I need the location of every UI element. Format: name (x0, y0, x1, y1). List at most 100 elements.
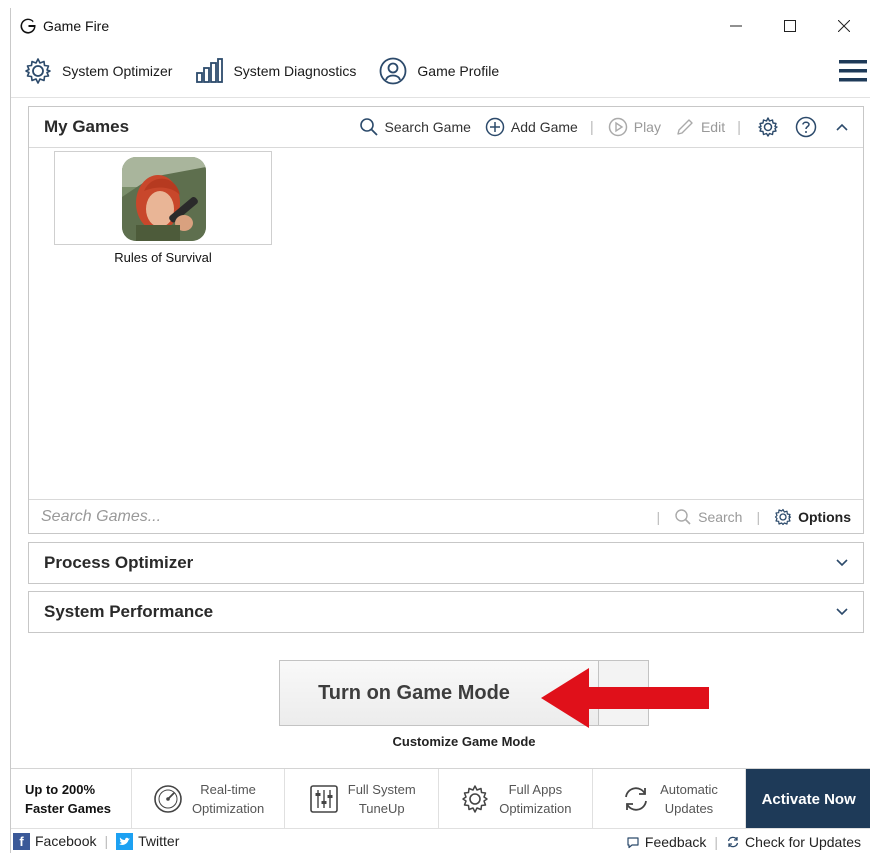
bar-chart-icon (196, 57, 224, 83)
search-icon (675, 509, 691, 525)
options-button[interactable]: Options (774, 508, 851, 526)
title-bar: Game Fire (11, 8, 870, 44)
feedback-label: Feedback (644, 833, 707, 850)
edit-label: Edit (700, 119, 726, 135)
game-cover-image (122, 157, 206, 241)
feature-line: Real-time (200, 782, 256, 797)
feature-promo: Up to 200% Faster Games (11, 769, 132, 829)
window-controls (709, 8, 870, 44)
feature-text: Full System TuneUp (348, 780, 416, 818)
speedometer-icon (154, 785, 182, 813)
gear-icon (775, 508, 792, 526)
promo-line-1: Up to 200% (25, 782, 96, 797)
help-icon[interactable] (795, 116, 817, 138)
separator: | (737, 118, 741, 136)
search-games-bar: | Search | Options (29, 499, 863, 533)
search-game-label: Search Game (384, 119, 471, 135)
feature-line: Optimization (499, 801, 572, 816)
system-diagnostics-label: System Diagnostics (233, 62, 357, 79)
feature-line: Optimization (191, 801, 265, 816)
search-icon (359, 118, 378, 136)
feature-text: Full Apps Optimization (499, 780, 571, 818)
search-games-input[interactable] (41, 507, 641, 526)
separator: | (714, 833, 719, 850)
search-game-button[interactable]: Search Game (359, 117, 471, 137)
process-optimizer-header: Process Optimizer (29, 543, 863, 583)
settings-gear-icon[interactable] (757, 116, 779, 138)
twitter-link[interactable]: Twitter (116, 832, 180, 850)
separator: | (104, 833, 109, 849)
feature-full-apps-optimization[interactable]: Full Apps Optimization (439, 769, 593, 829)
feature-realtime-optimization[interactable]: Real-time Optimization (132, 769, 286, 829)
process-optimizer-title: Process Optimizer (44, 553, 194, 572)
system-optimizer-tab[interactable]: System Optimizer (23, 56, 172, 86)
feature-automatic-updates[interactable]: Automatic Updates (593, 769, 747, 829)
system-performance-title: System Performance (44, 602, 214, 621)
my-games-title: My Games (44, 117, 130, 136)
separator: | (756, 509, 761, 525)
game-profile-tab[interactable]: Game Profile (378, 56, 499, 86)
menu-icon[interactable] (839, 59, 867, 83)
feature-full-system-tuneup[interactable]: Full System TuneUp (285, 769, 440, 829)
system-performance-panel[interactable]: System Performance (28, 591, 864, 633)
separator: | (656, 509, 661, 525)
games-list: Rules of Survival (29, 147, 863, 499)
promo-line-2: Faster Games (25, 801, 111, 816)
facebook-link[interactable]: f Facebook (11, 832, 97, 850)
maximize-button[interactable] (763, 8, 817, 44)
twitter-label: Twitter (138, 833, 180, 849)
feature-line: Automatic (660, 782, 718, 797)
system-optimizer-label: System Optimizer (62, 62, 173, 79)
user-profile-icon (380, 57, 407, 84)
chevron-up-icon[interactable] (835, 120, 849, 134)
system-diagnostics-tab[interactable]: System Diagnostics (194, 56, 356, 86)
options-label: Options (798, 509, 851, 525)
play-button[interactable]: Play (608, 117, 661, 137)
feature-line: Full System (347, 782, 416, 797)
customize-game-mode-link[interactable]: Customize Game Mode (279, 734, 649, 749)
check-updates-label: Check for Updates (745, 833, 861, 850)
pencil-icon (677, 119, 693, 135)
facebook-label: Facebook (35, 833, 97, 849)
main-toolbar: System Optimizer System Diagnostics Game… (11, 44, 870, 98)
game-fire-logo-icon (20, 18, 36, 34)
close-button[interactable] (817, 8, 870, 44)
my-games-panel: My Games Search Game Add Game | Play Edi… (28, 106, 864, 534)
window-title: Game Fire (43, 18, 110, 34)
feature-text: Automatic Updates (660, 780, 718, 818)
feature-line: TuneUp (358, 801, 405, 816)
feedback-link[interactable]: Feedback (626, 834, 706, 850)
chevron-down-icon[interactable] (835, 555, 849, 569)
add-game-label: Add Game (510, 119, 578, 135)
gear-icon (462, 785, 488, 813)
feature-bar: Up to 200% Faster Games Real-time Optimi… (11, 768, 870, 829)
game-profile-label: Game Profile (417, 62, 500, 79)
refresh-icon (625, 787, 647, 811)
status-bar: f Facebook | Twitter Feedback | Check fo… (11, 828, 870, 853)
chat-bubble-icon (627, 836, 639, 848)
refresh-icon (727, 836, 739, 847)
play-label: Play (633, 119, 661, 135)
process-optimizer-panel[interactable]: Process Optimizer (28, 542, 864, 584)
game-fire-window: Game Fire System Optimizer System Diagno… (10, 8, 870, 853)
twitter-icon (116, 832, 134, 850)
red-arrow-annotation-icon (541, 668, 709, 728)
maximize-icon (784, 20, 796, 32)
activate-now-button[interactable]: Activate Now (746, 769, 870, 829)
edit-button[interactable]: Edit (675, 117, 725, 137)
search-button-label: Search (698, 509, 743, 525)
add-game-button[interactable]: Add Game (485, 117, 578, 137)
play-icon (608, 117, 627, 137)
chevron-down-icon[interactable] (835, 604, 849, 618)
system-performance-header: System Performance (29, 592, 863, 632)
minimize-icon (730, 25, 742, 27)
feature-line: Full Apps (508, 782, 563, 797)
gear-icon (25, 57, 51, 84)
check-updates-link[interactable]: Check for Updates (726, 834, 861, 850)
close-icon (838, 20, 850, 32)
minimize-button[interactable] (709, 8, 763, 44)
game-tile[interactable] (54, 151, 272, 245)
search-button[interactable]: Search (674, 508, 742, 526)
feature-text: Real-time Optimization (192, 780, 264, 818)
facebook-icon: f (13, 832, 30, 850)
